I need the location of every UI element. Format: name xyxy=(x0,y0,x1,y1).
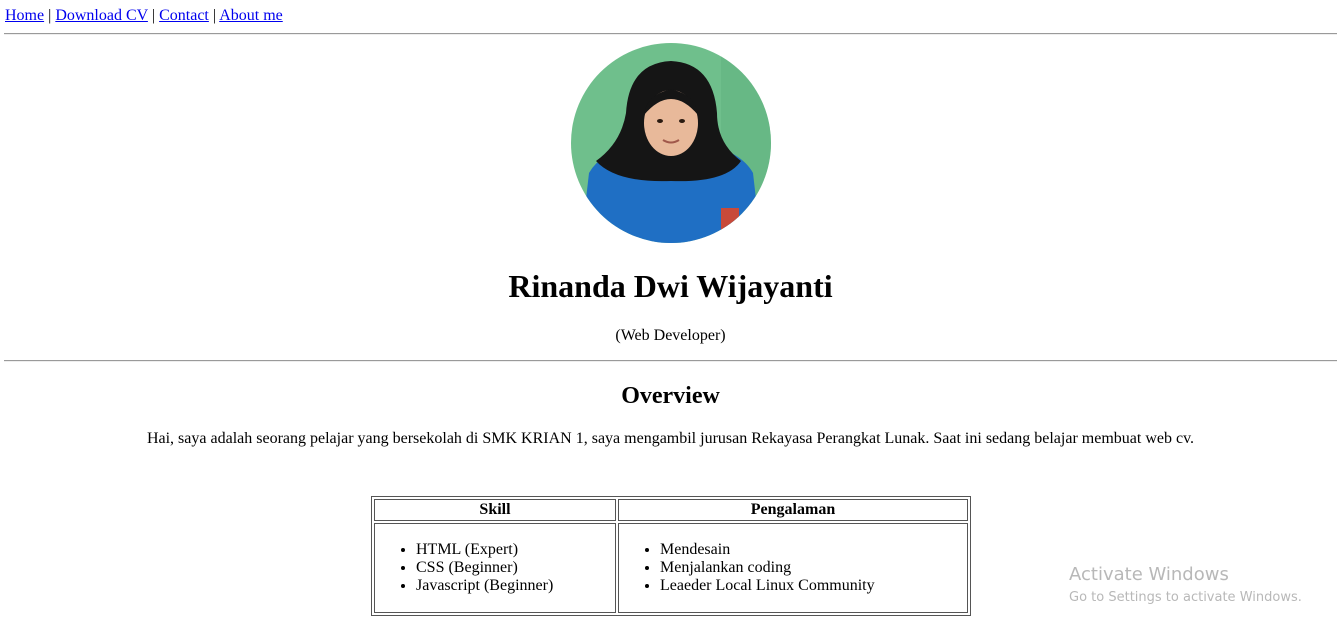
profile-name: Rinanda Dwi Wijayanti xyxy=(508,268,833,304)
top-nav: Home | Download CV | Contact | About me xyxy=(5,6,283,26)
list-item: Leaeder Local Linux Community xyxy=(660,577,966,595)
nav-separator: | xyxy=(48,7,52,24)
profile-photo-image xyxy=(571,43,771,243)
list-item: HTML (Expert) xyxy=(416,541,614,559)
watermark-title: Activate Windows xyxy=(1069,564,1229,585)
list-item: Menjalankan coding xyxy=(660,559,966,577)
table-header-row: Skill Pengalaman xyxy=(374,499,968,521)
list-item: Javascript (Beginner) xyxy=(416,577,614,595)
nav-link-about-me[interactable]: About me xyxy=(219,7,283,24)
header-skill: Skill xyxy=(374,499,616,521)
nav-link-download-cv[interactable]: Download CV xyxy=(55,7,148,24)
list-item: Mendesain xyxy=(660,541,966,559)
divider-top xyxy=(4,33,1337,35)
experience-cell: Mendesain Menjalankan coding Leaeder Loc… xyxy=(618,523,968,613)
nav-link-contact[interactable]: Contact xyxy=(159,7,209,24)
header-pengalaman: Pengalaman xyxy=(618,499,968,521)
nav-link-home[interactable]: Home xyxy=(5,7,44,24)
experience-list: Mendesain Menjalankan coding Leaeder Loc… xyxy=(620,541,966,595)
profile-photo xyxy=(571,43,771,243)
list-item: CSS (Beginner) xyxy=(416,559,614,577)
watermark-subtitle: Go to Settings to activate Windows. xyxy=(1069,590,1302,605)
overview-heading: Overview xyxy=(621,383,720,409)
skills-experience-table: Skill Pengalaman HTML (Expert) CSS (Begi… xyxy=(371,496,971,616)
skills-cell: HTML (Expert) CSS (Beginner) Javascript … xyxy=(374,523,616,613)
overview-text: Hai, saya adalah seorang pelajar yang be… xyxy=(146,430,1195,447)
nav-separator: | xyxy=(212,7,217,24)
divider-middle xyxy=(4,360,1337,362)
activate-windows-watermark: Activate Windows Go to Settings to activ… xyxy=(1069,564,1302,607)
profile-role: (Web Developer) xyxy=(615,327,726,344)
table-row: HTML (Expert) CSS (Beginner) Javascript … xyxy=(374,523,968,613)
skills-list: HTML (Expert) CSS (Beginner) Javascript … xyxy=(376,541,614,595)
nav-separator: | xyxy=(151,7,156,24)
